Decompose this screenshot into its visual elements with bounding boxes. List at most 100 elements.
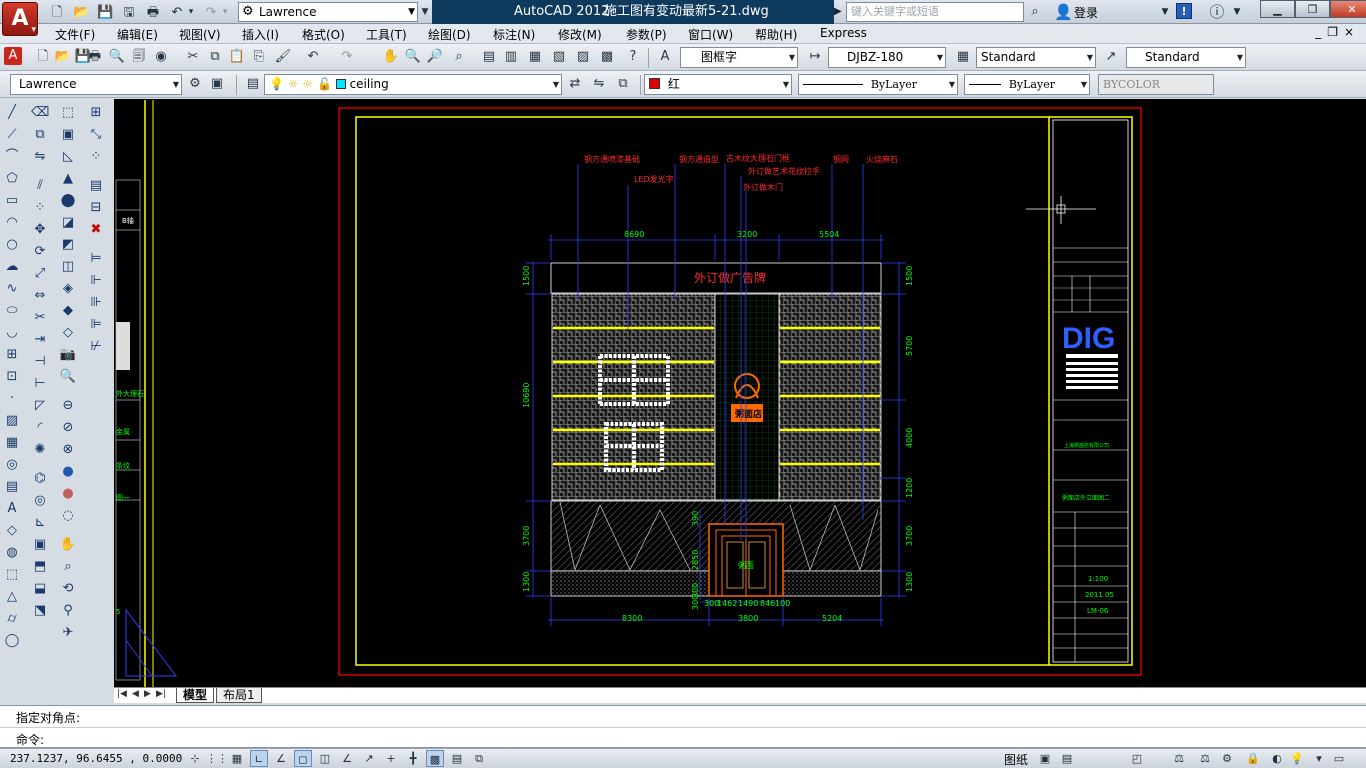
tab-layout1[interactable]: 布局1 — [216, 688, 262, 703]
properties-icon[interactable]: ▤ — [480, 48, 498, 66]
scale-icon[interactable]: ⤢ — [30, 264, 50, 284]
last-tab-icon[interactable]: ▶| — [156, 689, 166, 699]
object-snap-tracking-icon[interactable]: ∠ — [338, 750, 356, 767]
cut-icon[interactable]: ✂ — [184, 48, 202, 66]
help-icon[interactable]: ⓘ — [1208, 3, 1226, 21]
cone-icon[interactable]: △ — [2, 587, 22, 607]
menu-format[interactable]: 格式(O) — [302, 26, 345, 43]
menu-draw[interactable]: 绘图(D) — [428, 26, 471, 43]
polyline-icon[interactable]: ⌒ — [2, 147, 22, 167]
delete-dup-icon[interactable]: ✖ — [86, 220, 106, 240]
hatch-icon[interactable]: ▨ — [2, 411, 22, 431]
dynamic-input-icon[interactable]: + — [382, 750, 400, 767]
dim-angular-icon[interactable]: ⊫ — [86, 315, 106, 335]
menu-window[interactable]: 窗口(W) — [688, 26, 733, 43]
menu-express[interactable]: Express — [820, 26, 867, 40]
sphere-icon[interactable]: ◍ — [2, 543, 22, 563]
linetype-dropdown[interactable]: ByLayer ▼ — [798, 74, 958, 95]
paste-icon[interactable]: 📋 — [228, 48, 246, 66]
ellipse-arc-icon[interactable]: ◡ — [2, 323, 22, 343]
trim-icon[interactable]: ✂ — [30, 308, 50, 328]
chevron-down-icon[interactable]: ▾ — [1310, 750, 1328, 767]
rectangle-icon[interactable]: ▭ — [2, 191, 22, 211]
ortho-mode-icon[interactable]: ∟ — [250, 750, 268, 767]
make-current-layer-icon[interactable]: ⇄ — [566, 75, 584, 93]
region-icon[interactable]: ◎ — [2, 455, 22, 475]
dim-baseline-icon[interactable]: ⊬ — [86, 337, 106, 357]
3d-object-snap-icon[interactable]: ◫ — [316, 750, 334, 767]
list-icon[interactable]: ▤ — [86, 176, 106, 196]
solid-edit-icon[interactable]: ▣ — [30, 535, 50, 555]
workspace-settings-icon[interactable]: ▣ — [208, 75, 226, 93]
join-icon[interactable]: ⊢ — [30, 374, 50, 394]
redo-dropdown-icon[interactable]: ▾ — [220, 3, 230, 21]
hardware-acceleration-icon[interactable]: ◐ — [1268, 750, 1286, 767]
spline-icon[interactable]: ∿ — [2, 279, 22, 299]
dim-radius-icon[interactable]: ⊪ — [86, 293, 106, 313]
viewports-icon[interactable]: ⊞ — [86, 103, 106, 123]
construction-line-icon[interactable]: ⟋ — [2, 125, 22, 145]
revision-cloud-icon[interactable]: ☁ — [2, 257, 22, 277]
extrude-icon[interactable]: ⬒ — [30, 557, 50, 577]
orbit-3d-icon[interactable]: ⟲ — [58, 579, 78, 599]
fly-icon[interactable]: ✈ — [58, 623, 78, 643]
chevron-down-icon[interactable]: ▼ — [1228, 3, 1246, 21]
torus-icon[interactable]: ◯ — [2, 631, 22, 651]
application-menu-button[interactable]: A ▾ — [2, 2, 38, 36]
view-cube-icon[interactable]: ⬚ — [58, 103, 78, 123]
stretch-icon[interactable]: ⇔ — [30, 286, 50, 306]
distance-icon[interactable]: ⤡ — [86, 125, 106, 145]
table-icon[interactable]: ▤ — [2, 477, 22, 497]
hidden-icon[interactable]: ⊗ — [58, 440, 78, 460]
visual-style-icon[interactable]: ⊖ — [58, 396, 78, 416]
slice-icon[interactable]: ⬔ — [30, 601, 50, 621]
quick-view-drawings-icon[interactable]: ▤ — [1058, 750, 1076, 767]
intersect-icon[interactable]: ◫ — [58, 257, 78, 277]
transparency-icon[interactable]: ▩ — [426, 750, 444, 767]
zoom-previous-icon[interactable]: ⌕ — [450, 48, 468, 66]
layer-properties-icon[interactable]: ▤ — [244, 75, 262, 93]
auto-scale-icon[interactable]: ⚖ — [1196, 750, 1214, 767]
first-tab-icon[interactable]: |◀ — [117, 689, 127, 699]
conceptual-icon[interactable]: ● — [58, 484, 78, 504]
object-snap-icon[interactable]: ◻ — [294, 750, 312, 767]
subtract-icon[interactable]: ◩ — [58, 235, 78, 255]
undo-icon[interactable]: ↶ — [304, 48, 322, 66]
cylinder-icon[interactable]: ⌭ — [2, 609, 22, 629]
search-icon[interactable]: ⌕ — [1026, 3, 1044, 21]
union-icon[interactable]: ◪ — [58, 213, 78, 233]
explode-icon[interactable]: ✺ — [30, 440, 50, 460]
insert-block-icon[interactable]: ⊞ — [2, 345, 22, 365]
rotate-icon[interactable]: ⟳ — [30, 242, 50, 262]
menu-parametric[interactable]: 参数(P) — [626, 26, 667, 43]
undo-icon[interactable]: ↶ — [168, 3, 186, 21]
menu-help[interactable]: 帮助(H) — [755, 26, 797, 43]
make-block-icon[interactable]: ⊡ — [2, 367, 22, 387]
maximize-button[interactable]: ❐ — [1295, 0, 1330, 18]
area-icon[interactable]: ⁘ — [86, 147, 106, 167]
close-button[interactable]: ✕ — [1330, 0, 1366, 18]
search-input[interactable]: 键入关键字或短语 — [846, 2, 1024, 22]
exchange-icon[interactable]: ! — [1176, 3, 1192, 19]
markup-icon[interactable]: ▨ — [574, 48, 592, 66]
plot-preview-icon[interactable]: 🔍 — [108, 48, 126, 66]
mirror-icon[interactable]: ⇋ — [30, 147, 50, 167]
workspace-switching-icon[interactable]: ⚙ — [1218, 750, 1236, 767]
calculator-icon[interactable]: ▩ — [598, 48, 616, 66]
gradient-icon[interactable]: ▦ — [2, 433, 22, 453]
fillet-icon[interactable]: ◜ — [30, 418, 50, 438]
lock-icon[interactable]: 🔒 — [1244, 750, 1262, 767]
material-icon[interactable]: ◆ — [58, 301, 78, 321]
paper-model-toggle[interactable]: 图纸 — [1004, 751, 1028, 768]
zoom-realtime-icon[interactable]: 🔍 — [404, 48, 422, 66]
help-icon[interactable]: ? — [624, 48, 642, 66]
pan-icon[interactable]: ✋ — [382, 48, 400, 66]
clean-screen-icon[interactable]: ▭ — [1330, 750, 1348, 767]
quick-access-customize-icon[interactable]: ▼ — [419, 3, 431, 21]
tab-model[interactable]: 模型 — [176, 688, 215, 703]
ellipse-icon[interactable]: ⬭ — [2, 301, 22, 321]
pan-icon[interactable]: ✋ — [58, 535, 78, 555]
polygon-icon[interactable]: ⬠ — [2, 169, 22, 189]
3d-view-icon[interactable]: ⌬ — [30, 469, 50, 489]
open-icon[interactable]: 📂 — [54, 48, 72, 66]
